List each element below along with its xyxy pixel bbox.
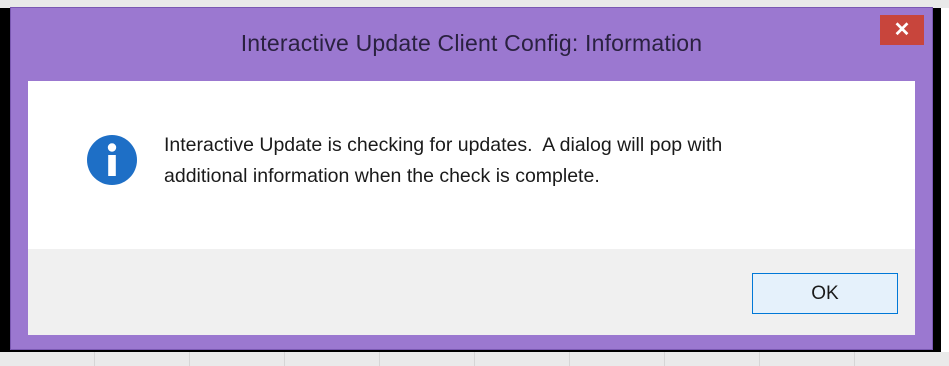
message-line-2: additional information when the check is… bbox=[164, 165, 600, 187]
ok-button[interactable]: OK bbox=[752, 273, 898, 314]
message-area: Interactive Update is checking for updat… bbox=[28, 81, 915, 249]
message-text: Interactive Update is checking for updat… bbox=[164, 130, 884, 192]
dialog-client-area: Interactive Update is checking for updat… bbox=[28, 81, 915, 335]
background-strip-bottom bbox=[0, 352, 949, 366]
close-button[interactable]: ✕ bbox=[880, 15, 924, 45]
button-bar: OK bbox=[28, 249, 915, 335]
information-dialog: Interactive Update Client Config: Inform… bbox=[10, 7, 933, 350]
message-line-1: Interactive Update is checking for updat… bbox=[164, 134, 723, 156]
info-icon bbox=[87, 135, 137, 185]
dialog-titlebar[interactable]: Interactive Update Client Config: Inform… bbox=[11, 8, 932, 74]
dialog-title: Interactive Update Client Config: Inform… bbox=[240, 30, 703, 56]
close-icon: ✕ bbox=[893, 19, 911, 41]
